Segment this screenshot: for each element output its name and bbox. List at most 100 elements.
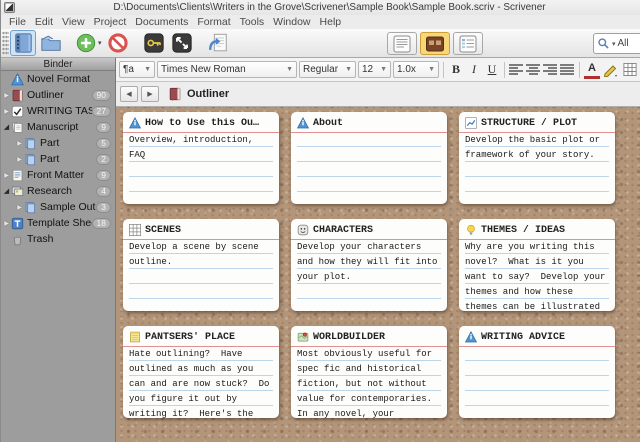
document-folder-icon: [11, 169, 24, 182]
font-select[interactable]: Times New Roman▼: [157, 61, 297, 78]
card-title: WORLDBUILDER: [313, 332, 385, 343]
card-synopsis: Most obviously useful for spec fic and h…: [297, 347, 441, 418]
document-title[interactable]: Outliner: [187, 88, 229, 100]
view-mode-group: [387, 32, 483, 55]
character-mask-icon: [297, 224, 309, 236]
expand-arrows-icon: [171, 32, 193, 54]
menu-help[interactable]: Help: [320, 16, 342, 28]
disclosure-collapsed[interactable]: ▶: [2, 172, 11, 179]
index-card-characters[interactable]: CHARACTERS Develop your characters and h…: [291, 219, 447, 311]
index-card-writing-advice[interactable]: WRITING ADVICE: [459, 326, 615, 418]
nav-forward-button[interactable]: ▶: [141, 86, 159, 102]
card-synopsis: Overview, introduction, FAQ: [129, 133, 273, 204]
blue-pages-icon: [24, 137, 37, 150]
index-card-how-to-use[interactable]: How to Use this Ou… Overview, introducti…: [123, 112, 279, 204]
count-badge: 90: [92, 90, 111, 101]
index-card-themes-ideas[interactable]: THEMES / IDEAS Why are you writing this …: [459, 219, 615, 311]
toolbar-grip[interactable]: [2, 31, 9, 55]
title-bar[interactable]: D:\Documents\Clients\Writers in the Grov…: [1, 0, 640, 15]
index-card-worldbuilder[interactable]: WORLDBUILDER Most obviously useful for s…: [291, 326, 447, 418]
font-size-select[interactable]: 12▼: [358, 61, 391, 78]
binder-item-part-2[interactable]: ▶ Part 2: [1, 151, 115, 167]
search-scope-caret[interactable]: ▾: [612, 40, 616, 48]
yellow-notepad-icon: [129, 331, 141, 343]
card-synopsis: Develop the basic plot or framework of y…: [465, 133, 609, 204]
align-justify-button[interactable]: [560, 64, 575, 75]
binder-item-part-1[interactable]: ▶ Part 5: [1, 135, 115, 151]
scrivener-app-icon: [4, 2, 15, 13]
table-grid-button[interactable]: [623, 63, 637, 76]
outliner-view-button[interactable]: [453, 32, 483, 55]
count-badge: 9: [96, 122, 111, 133]
highlight-pencil-button[interactable]: [602, 63, 619, 77]
info-triangle-icon: [465, 331, 477, 343]
disclosure-expanded[interactable]: ◢: [2, 123, 11, 131]
align-right-button[interactable]: [543, 64, 558, 75]
menu-format[interactable]: Format: [197, 16, 230, 28]
card-title: SCENES: [145, 225, 181, 236]
collections-button[interactable]: [38, 30, 64, 56]
menu-project[interactable]: Project: [94, 16, 127, 28]
menu-tools[interactable]: Tools: [240, 16, 265, 28]
text-color-button[interactable]: A: [584, 61, 600, 79]
corkboard[interactable]: How to Use this Ou… Overview, introducti…: [116, 107, 640, 442]
style-select[interactable]: ¶a▼: [119, 61, 155, 78]
index-card-about[interactable]: About: [291, 112, 447, 204]
binder-item-label: Novel Format: [27, 73, 115, 85]
italic-button[interactable]: I: [466, 61, 482, 79]
disclosure-collapsed[interactable]: ▶: [2, 92, 11, 99]
menu-file[interactable]: File: [9, 16, 26, 28]
binder-item-sample-output[interactable]: ▶ Sample Output 3: [1, 199, 115, 215]
corkboard-view-button[interactable]: [420, 32, 450, 55]
disclosure-collapsed[interactable]: ▶: [15, 156, 24, 163]
card-title: STRUCTURE / PLOT: [481, 118, 577, 129]
align-left-button[interactable]: [509, 64, 524, 75]
binder-item-template-sheets[interactable]: ▶ Template Sheets 18: [1, 215, 115, 231]
menu-view[interactable]: View: [62, 16, 85, 28]
index-card-pantsers-place[interactable]: PANTSERS' PLACE Hate outlining? Have out…: [123, 326, 279, 418]
document-view-button[interactable]: [387, 32, 417, 55]
trash-can-icon: [11, 233, 24, 246]
binder-sidebar: Binder Novel Format ▶ Outliner 90 ▶ WRIT…: [1, 58, 116, 442]
binder-item-front-matter[interactable]: ▶ Front Matter 9: [1, 167, 115, 183]
keywords-button[interactable]: [141, 30, 167, 56]
disclosure-collapsed[interactable]: ▶: [15, 204, 24, 211]
index-card-scenes[interactable]: SCENES Develop a scene by scene outline.: [123, 219, 279, 311]
binder-item-research[interactable]: ◢ Research 4: [1, 183, 115, 199]
add-item-button[interactable]: ▾: [74, 30, 103, 56]
binder-item-label: Part: [40, 137, 96, 149]
disclosure-collapsed[interactable]: ▶: [2, 220, 11, 227]
lightbulb-icon: [465, 224, 477, 236]
menu-documents[interactable]: Documents: [135, 16, 188, 28]
binder-item-writing-tasks[interactable]: ▶ WRITING TASK… 27: [1, 103, 115, 119]
menu-bar: File Edit View Project Documents Format …: [1, 15, 640, 29]
search-box[interactable]: ▾ All: [593, 33, 640, 54]
binder-item-trash[interactable]: Trash: [1, 231, 115, 247]
map-pin-icon: [297, 331, 309, 343]
line-spacing-select[interactable]: 1.0x▼: [393, 61, 439, 78]
font-weight-select[interactable]: Regular▼: [299, 61, 356, 78]
add-dropdown-caret[interactable]: ▾: [98, 39, 102, 47]
add-plus-icon: [75, 32, 97, 54]
nav-back-button[interactable]: ◀: [120, 86, 138, 102]
count-badge: 2: [96, 154, 111, 165]
underline-button[interactable]: U: [484, 61, 500, 79]
index-card-structure-plot[interactable]: STRUCTURE / PLOT Develop the basic plot …: [459, 112, 615, 204]
count-badge: 18: [92, 218, 111, 229]
menu-edit[interactable]: Edit: [35, 16, 53, 28]
line-chart-icon: [465, 117, 477, 129]
compose-mode-button[interactable]: [169, 30, 195, 56]
compile-button[interactable]: [205, 30, 231, 56]
binder-item-outliner[interactable]: ▶ Outliner 90: [1, 87, 115, 103]
binder-toggle-button[interactable]: [10, 30, 36, 56]
disclosure-collapsed[interactable]: ▶: [15, 140, 24, 147]
menu-window[interactable]: Window: [273, 16, 310, 28]
binder-item-novel-format[interactable]: Novel Format: [1, 71, 115, 87]
bold-button[interactable]: B: [448, 61, 464, 79]
disclosure-collapsed[interactable]: ▶: [2, 108, 11, 115]
align-center-button[interactable]: [526, 64, 541, 75]
remove-item-button[interactable]: [105, 30, 131, 56]
chevron-down-icon: ▼: [345, 66, 352, 73]
disclosure-expanded[interactable]: ◢: [2, 187, 11, 195]
binder-item-manuscript[interactable]: ◢ Manuscript 9: [1, 119, 115, 135]
